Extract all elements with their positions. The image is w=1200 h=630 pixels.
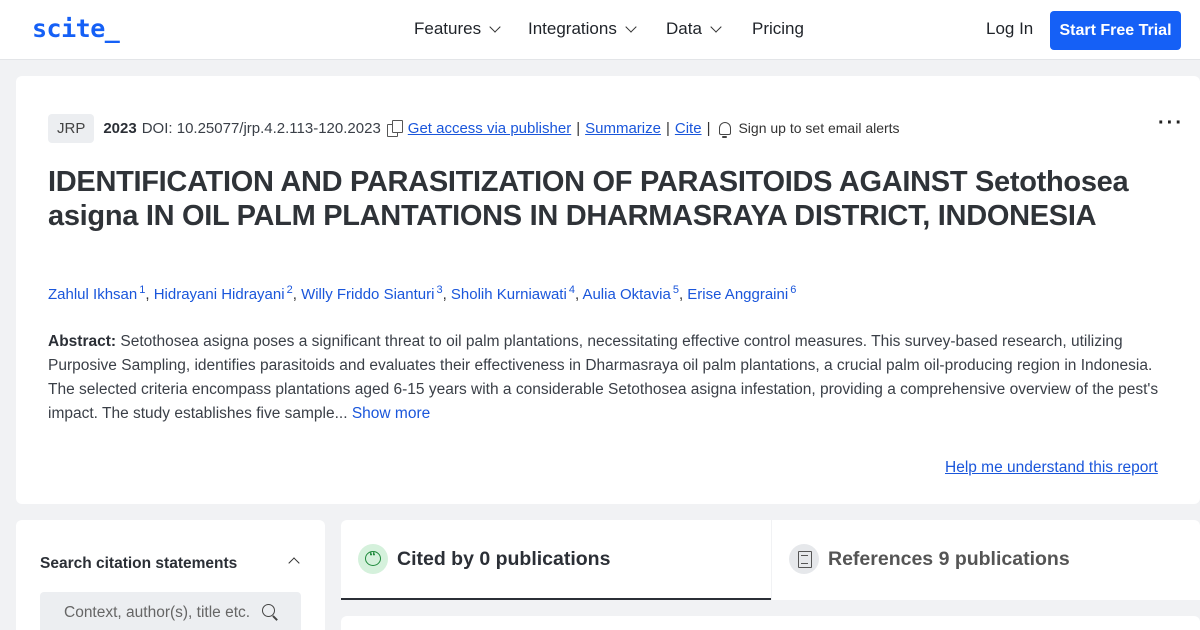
tab-references[interactable]: References 9 publications: [772, 520, 1200, 600]
nav-data-label: Data: [666, 19, 702, 38]
nav-integrations[interactable]: Integrations: [528, 19, 637, 39]
top-navigation: scite_ Features Integrations Data Pricin…: [0, 0, 1200, 60]
start-free-trial-button[interactable]: Start Free Trial: [1050, 11, 1181, 50]
chevron-down-icon: [625, 21, 637, 33]
author-list: Zahlul Ikhsan 1, Hidrayani Hidrayani 2, Wi…: [48, 284, 797, 303]
author-link[interactable]: Hidrayani Hidrayani 2: [154, 284, 293, 303]
show-more-link[interactable]: Show more: [352, 405, 430, 422]
abstract: Abstract: Setothosea asigna poses a sign…: [48, 330, 1173, 426]
abstract-text: Setothosea asigna poses a significant th…: [48, 333, 1159, 422]
tab-cited-by-label: Cited by 0 publications: [397, 548, 611, 570]
author-link[interactable]: Erise Anggraini 6: [687, 284, 796, 303]
nav-data[interactable]: Data: [666, 19, 722, 39]
paper-header-card: JRP 2023 DOI: 10.25077/jrp.4.2.113-120.2…: [16, 76, 1200, 504]
summarize-link[interactable]: Summarize: [585, 120, 661, 137]
nav-features-label: Features: [414, 19, 482, 38]
quote-bubble-icon: [358, 544, 388, 574]
search-icon[interactable]: [262, 604, 275, 617]
email-alerts-link[interactable]: Sign up to set email alerts: [738, 120, 899, 136]
doi-text: DOI: 10.25077/jrp.4.2.113-120.2023: [141, 119, 381, 137]
nav-features[interactable]: Features: [414, 19, 501, 39]
separator: |: [706, 119, 711, 137]
search-heading: Search citation statements: [40, 555, 238, 572]
document-icon: [789, 544, 819, 574]
scite-logo[interactable]: scite_: [32, 14, 120, 43]
copy-icon[interactable]: [386, 120, 403, 137]
paper-title: IDENTIFICATION AND PARASITIZATION OF PAR…: [48, 166, 1129, 232]
author-link[interactable]: Willy Friddo Sianturi 3: [301, 284, 443, 303]
tab-cited-by[interactable]: Cited by 0 publications: [341, 520, 771, 600]
journal-badge: JRP: [48, 113, 95, 143]
author-link[interactable]: Zahlul Ikhsan 1: [48, 284, 145, 303]
paper-meta-row: JRP 2023 DOI: 10.25077/jrp.4.2.113-120.2…: [48, 113, 900, 143]
citation-tabs: Cited by 0 publications References 9 pub…: [341, 520, 1200, 600]
search-box: [40, 592, 301, 630]
bell-icon[interactable]: [719, 121, 732, 138]
chevron-down-icon: [489, 21, 501, 33]
nav-pricing-label: Pricing: [752, 19, 804, 38]
author-link[interactable]: Sholih Kurniawati 4: [451, 284, 575, 303]
nav-pricing[interactable]: Pricing: [752, 19, 804, 39]
cite-link[interactable]: Cite: [675, 120, 702, 137]
chevron-down-icon: [710, 21, 722, 33]
separator: |: [665, 119, 670, 137]
more-options-icon[interactable]: ···: [1158, 112, 1184, 135]
tab-references-label: References 9 publications: [828, 548, 1070, 570]
results-panel: [341, 616, 1200, 630]
get-access-link[interactable]: Get access via publisher: [408, 120, 571, 137]
chevron-up-icon[interactable]: [288, 557, 300, 569]
nav-integrations-label: Integrations: [528, 19, 617, 38]
author-link[interactable]: Aulia Oktavia 5: [582, 284, 679, 303]
help-understand-link[interactable]: Help me understand this report: [945, 459, 1158, 477]
citation-search-panel: Search citation statements: [16, 520, 325, 630]
login-link[interactable]: Log In: [986, 19, 1033, 39]
separator: |: [576, 119, 581, 137]
abstract-label: Abstract:: [48, 333, 117, 350]
publication-year: 2023: [103, 119, 137, 137]
